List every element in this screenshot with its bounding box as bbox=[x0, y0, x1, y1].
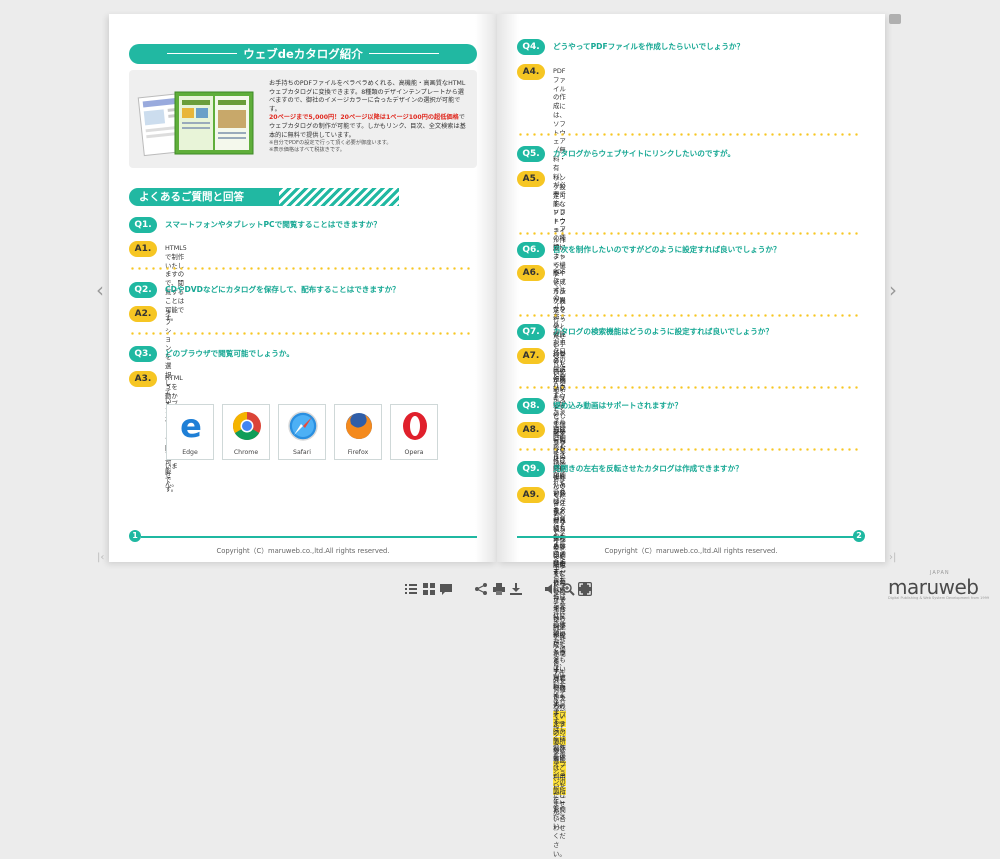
logo-tagline: Digital Publishing & Web System Developm… bbox=[888, 596, 990, 600]
page-title: ウェブdeカタログ紹介 bbox=[129, 44, 477, 64]
browser-label: Edge bbox=[182, 449, 198, 456]
dotted-divider bbox=[129, 267, 471, 270]
question-text: どのブラウザで閲覧可能でしょうか。 bbox=[165, 349, 294, 358]
dotted-divider bbox=[517, 448, 859, 451]
question-badge: Q9. bbox=[517, 461, 545, 477]
next-page-arrow[interactable]: › bbox=[889, 278, 897, 302]
notes-icon[interactable] bbox=[439, 582, 453, 596]
intro-box: お手持ちのPDFファイルをペラペラめくれる、高機能・高画質なHTMLウェブカタロ… bbox=[129, 70, 477, 168]
spine-shadow bbox=[497, 14, 519, 562]
answer-text: 可能です。お見積り依頼の際にご選択ください。 bbox=[553, 490, 566, 595]
browser-safari: Safari bbox=[278, 404, 326, 460]
footer-line bbox=[141, 536, 477, 538]
last-page-icon[interactable]: ›| bbox=[889, 552, 896, 563]
footer-line bbox=[517, 536, 855, 538]
question-text: どうやってPDFファイルを作成したらいいでしょうか？ bbox=[553, 42, 745, 51]
download-icon[interactable] bbox=[509, 582, 523, 596]
browser-edge: e Edge bbox=[166, 404, 214, 460]
question-badge: Q1. bbox=[129, 217, 157, 233]
catalog-illustration bbox=[137, 91, 254, 157]
answer-line: が失われていますので、検索機能はご利用いただけません。 bbox=[553, 694, 566, 817]
answer-badge: A3. bbox=[129, 371, 157, 387]
dotted-divider bbox=[517, 133, 859, 136]
share-icon[interactable] bbox=[474, 582, 488, 596]
page-number: 1 bbox=[129, 530, 141, 542]
sound-icon[interactable] bbox=[544, 582, 558, 596]
spine-shadow bbox=[475, 14, 497, 562]
zoom-icon[interactable] bbox=[561, 582, 575, 596]
copyright: Copyright（C）maruweb.co.,ltd.All rights r… bbox=[216, 547, 390, 555]
fullscreen-icon[interactable] bbox=[578, 582, 592, 596]
page-number: 2 bbox=[853, 530, 865, 542]
svg-text:e: e bbox=[180, 410, 202, 442]
question-text: カタログからウェブサイトにリンクしたいのですが。 bbox=[553, 149, 736, 158]
question-badge: Q4. bbox=[517, 39, 545, 55]
edge-icon: e bbox=[180, 410, 202, 442]
left-page: ウェブdeカタログ紹介 お手持ちのPDFファイルをペラペラめくれる、高機能・高画… bbox=[109, 14, 497, 562]
intro-text: お手持ちのPDFファイルをペラペラめくれる、高機能・高画質なHTMLウェブカタロ… bbox=[269, 80, 469, 154]
dotted-divider bbox=[517, 386, 859, 389]
right-page: Q4. どうやってPDFファイルを作成したらいいでしょうか？ A4. PDFファ… bbox=[497, 14, 885, 858]
comment-icon[interactable] bbox=[889, 14, 901, 24]
question-text: カタログの検索機能はどうのように設定すれば良いでしょうか？ bbox=[553, 327, 773, 336]
answer-badge: A2. bbox=[129, 306, 157, 322]
browser-label: Safari bbox=[293, 449, 311, 456]
answer-badge: A6. bbox=[517, 265, 545, 281]
question-badge: Q7. bbox=[517, 324, 545, 340]
question-badge: Q3. bbox=[129, 346, 157, 362]
answer-badge: A4. bbox=[517, 64, 545, 80]
question-text: スマートフォンやタブレットPCで閲覧することはできますか？ bbox=[165, 220, 381, 229]
thumbnail-grid-icon[interactable] bbox=[422, 582, 436, 596]
browser-firefox: Firefox bbox=[334, 404, 382, 460]
browser-label: Firefox bbox=[347, 449, 369, 456]
answer-badge: A7. bbox=[517, 348, 545, 364]
browser-chrome: Chrome bbox=[222, 404, 270, 460]
answer-badge: A1. bbox=[129, 241, 157, 257]
dotted-divider bbox=[517, 232, 859, 235]
chrome-icon bbox=[233, 412, 261, 440]
previous-page-arrow[interactable]: ‹ bbox=[96, 278, 104, 302]
dotted-divider bbox=[129, 332, 471, 335]
question-badge: Q2. bbox=[129, 282, 157, 298]
question-text: 目次を制作したいのですがどのように設定すれば良いでしょうか？ bbox=[553, 245, 781, 254]
first-page-icon[interactable]: |‹ bbox=[97, 552, 104, 563]
browser-opera: Opera bbox=[390, 404, 438, 460]
faq-title: よくあるご質問と回答 bbox=[129, 188, 279, 206]
firefox-icon bbox=[346, 413, 372, 439]
dotted-divider bbox=[517, 314, 859, 317]
intro-note-2: ※表示価格はすべて税抜きです。 bbox=[269, 147, 345, 154]
answer-badge: A5. bbox=[517, 171, 545, 187]
browser-label: Opera bbox=[404, 449, 424, 456]
answer-badge: A9. bbox=[517, 487, 545, 503]
question-text: 埋め込み動画はサポートされますか？ bbox=[553, 401, 683, 410]
question-text: CDやDVDなどにカタログを保存して、配布することはできますか？ bbox=[165, 285, 400, 294]
print-icon[interactable] bbox=[492, 582, 506, 596]
safari-icon bbox=[288, 411, 318, 441]
faq-header-stripes bbox=[279, 188, 399, 206]
question-text: 見開きの左右を反転させたカタログは作成できますか？ bbox=[553, 464, 743, 473]
browser-label: Chrome bbox=[233, 449, 259, 456]
intro-description: お手持ちのPDFファイルをペラペラめくれる、高機能・高画質なHTMLウェブカタロ… bbox=[269, 80, 466, 113]
maruweb-logo: JAPAN maruweb Digital Publishing & Web S… bbox=[888, 570, 1000, 602]
list-view-icon[interactable] bbox=[404, 582, 418, 596]
faq-header: よくあるご質問と回答 bbox=[129, 188, 477, 206]
question-badge: Q8. bbox=[517, 398, 545, 414]
question-badge: Q6. bbox=[517, 242, 545, 258]
copyright: Copyright（C）maruweb.co.,ltd.All rights r… bbox=[604, 547, 778, 555]
answer-badge: A8. bbox=[517, 422, 545, 438]
price-highlight: 20ページまで5,000円！20ページ以降は1ページ100円の超低価格 bbox=[269, 114, 459, 122]
opera-icon bbox=[403, 412, 427, 440]
question-badge: Q5. bbox=[517, 146, 545, 162]
